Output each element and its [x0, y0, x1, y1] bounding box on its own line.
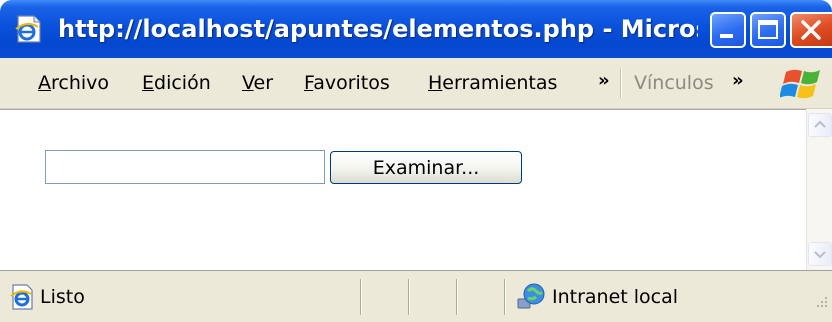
minimize-icon [720, 34, 733, 38]
menu-archivo[interactable]: Archivo [38, 58, 109, 108]
maximize-button[interactable] [750, 12, 786, 48]
menu-edicion-mnemonic: E [142, 72, 155, 94]
menu-favoritos-label: avoritos [313, 72, 390, 94]
menu-edicion-label: dición [154, 72, 211, 94]
ie-page-icon [10, 284, 33, 310]
menu-favoritos-mnemonic: F [304, 72, 314, 94]
menu-bar: Archivo Edición Ver Favoritos Herramient… [0, 58, 832, 109]
minimize-button[interactable] [710, 12, 746, 48]
security-zone-label: Intranet local [552, 286, 679, 308]
menu-ver-mnemonic: V [242, 72, 254, 94]
status-divider [360, 279, 362, 315]
menu-separator [620, 68, 622, 98]
windows-flag-icon [780, 69, 820, 99]
browse-button[interactable]: Examinar... [330, 151, 522, 184]
chevron-up-icon [814, 120, 826, 128]
status-divider [408, 279, 410, 315]
window-title: http://localhost/apuntes/elementos.php -… [58, 15, 698, 43]
menu-archivo-mnemonic: A [38, 72, 51, 94]
links-overflow-chevron[interactable]: » [732, 70, 744, 91]
file-path-input[interactable] [45, 150, 325, 184]
status-text: Listo [40, 286, 85, 308]
page-content: Examinar... [0, 109, 806, 271]
vertical-scrollbar[interactable] [806, 109, 832, 270]
title-bar[interactable]: http://localhost/apuntes/elementos.php -… [0, 0, 832, 58]
status-divider [504, 279, 506, 315]
menu-favoritos[interactable]: Favoritos [304, 58, 390, 108]
menu-herramientas[interactable]: Herramientas [428, 58, 557, 108]
menu-herramientas-label: erramientas [442, 72, 558, 94]
scroll-down-button[interactable] [808, 242, 832, 266]
status-bar: Listo Intranet local [0, 270, 832, 322]
maximize-icon [758, 20, 778, 39]
intranet-globe-icon [517, 283, 545, 309]
menu-edicion[interactable]: Edición [142, 58, 211, 108]
menu-ver[interactable]: Ver [242, 58, 273, 108]
ie-page-icon [15, 15, 41, 43]
browser-window: http://localhost/apuntes/elementos.php -… [0, 0, 832, 322]
menu-archivo-label: rchivo [51, 72, 110, 94]
menu-overflow-chevron[interactable]: » [598, 70, 610, 91]
close-button[interactable] [790, 12, 832, 48]
close-icon [801, 20, 821, 40]
menu-herramientas-mnemonic: H [428, 72, 443, 94]
scroll-up-button[interactable] [808, 113, 832, 137]
chevron-down-icon [814, 251, 826, 259]
resize-grip-icon[interactable] [812, 292, 830, 310]
links-toolbar-label[interactable]: Vínculos [634, 58, 714, 108]
menu-ver-label: er [253, 72, 274, 94]
status-divider [456, 279, 458, 315]
